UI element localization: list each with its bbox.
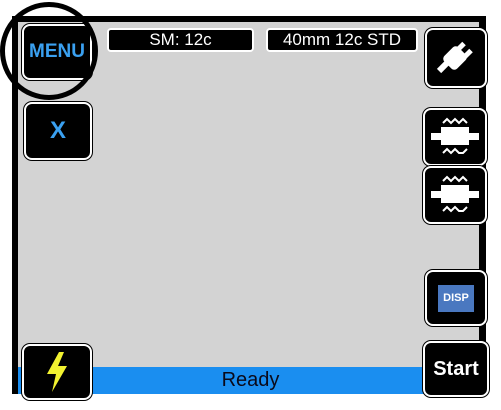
heater-icon [431, 175, 479, 213]
fiber-type-display[interactable]: SM: 12c [107, 28, 254, 52]
cancel-button[interactable]: X [24, 102, 92, 160]
heater-1-button[interactable] [423, 108, 487, 166]
cancel-label: X [49, 117, 66, 144]
power-button[interactable] [425, 28, 487, 88]
disp-label: DISP [438, 284, 474, 312]
highlight-circle [0, 2, 98, 100]
program-display[interactable]: 40mm 12c STD [266, 28, 418, 52]
heater-icon [431, 117, 479, 155]
lightning-icon [47, 352, 67, 392]
plug-icon [436, 41, 473, 74]
start-label: Start [433, 357, 479, 380]
arc-button[interactable] [22, 344, 92, 400]
start-button[interactable]: Start [423, 341, 489, 397]
heater-2-button[interactable] [423, 166, 487, 224]
display-button[interactable]: DISP [425, 270, 487, 326]
